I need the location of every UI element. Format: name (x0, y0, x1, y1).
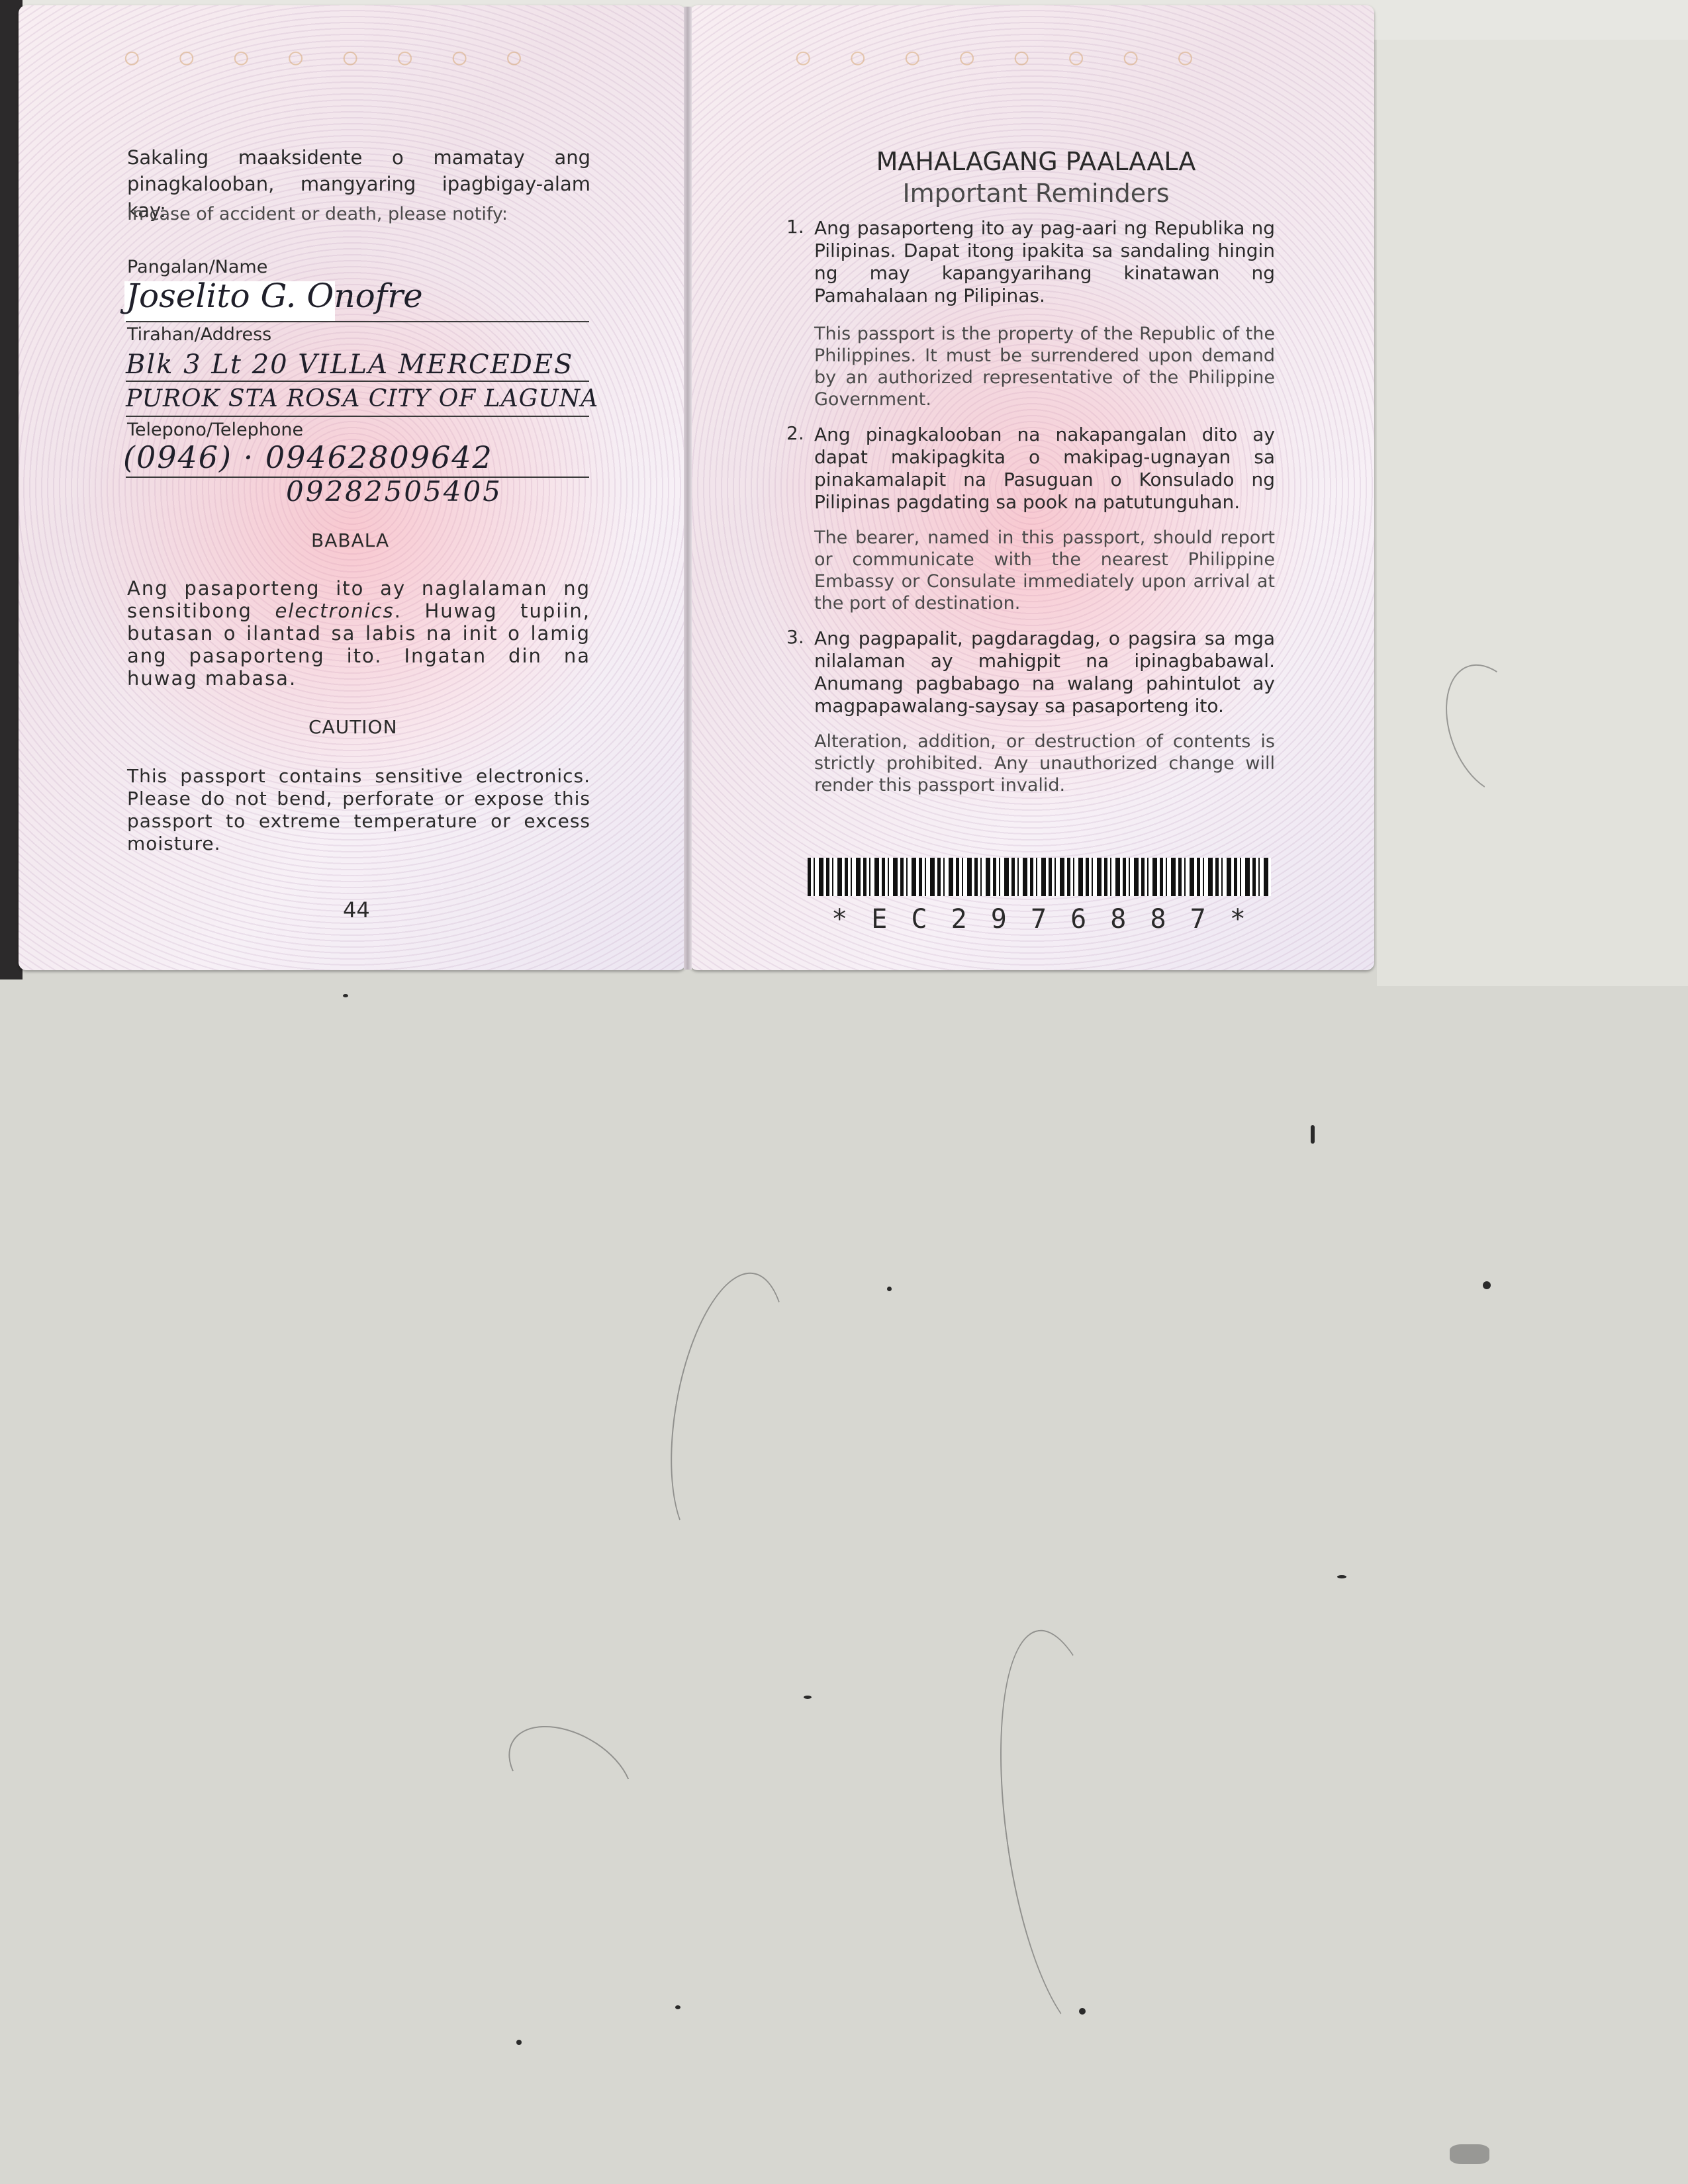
address-label: Tirahan/Address (127, 324, 272, 345)
scanner-speck (1311, 1125, 1315, 1144)
reminder-3-english: Alteration, addition, or destruction of … (814, 731, 1275, 796)
reminders-title-tagalog: MAHALAGANG PAALAALA (876, 147, 1196, 176)
reminders-title-english: Important Reminders (902, 179, 1170, 208)
address-rule-1 (126, 381, 589, 382)
name-value-handwritten: Joselito G. Onofre (126, 277, 423, 315)
telephone-line-1-handwritten: (0946) · 09462809642 (123, 439, 493, 475)
warning-line-5: huwag mabasa. (127, 667, 297, 690)
warning-line-2-pre: sensitibong (127, 600, 252, 622)
reminder-3-tagalog: Ang pagpapalit, pagdaragdag, o pagsira s… (814, 627, 1275, 717)
telephone-label: Telepono/Telephone (127, 420, 304, 440)
scanner-speck (804, 1696, 812, 1699)
scanner-speck (675, 2005, 680, 2009)
reminder-1-number: 1. (786, 216, 804, 238)
address-rule-2 (126, 416, 589, 417)
telephone-line-2-handwritten: 09282505405 (286, 475, 502, 508)
security-seal-print: ◦◦◦◦◦◦◦◦ (789, 32, 1226, 87)
warning-line-4: ang pasaporteng ito. Ingatan din na (127, 645, 590, 667)
address-line-1-handwritten: Blk 3 Lt 20 VILLA MERCEDES (126, 349, 574, 380)
reminder-2-number: 2. (786, 422, 804, 444)
scanner-smudge (1450, 2144, 1489, 2164)
reminder-2-tagalog: Ang pinagkalooban na nakapangalan dito a… (814, 424, 1275, 513)
page-spine (684, 7, 692, 970)
scanner-speck (1337, 1575, 1346, 1578)
reminder-1-tagalog: Ang pasaporteng ito ay pag-aari ng Repub… (814, 217, 1275, 306)
scanner-fiber (491, 1706, 650, 1844)
warning-text-english: This passport contains sensitive electro… (127, 765, 590, 854)
scanner-fiber (978, 1621, 1156, 2048)
barcode-number: * E C 2 9 7 6 8 8 7 * (831, 904, 1250, 934)
warning-line-3: butasan o ilantad sa labis na init o lam… (127, 622, 590, 645)
scanner-speck (887, 1287, 892, 1291)
warning-title-tagalog: BABALA (311, 529, 390, 551)
reminder-1-english: This passport is the property of the Rep… (814, 324, 1275, 410)
security-seal-print: ◦◦◦◦◦◦◦◦ (118, 32, 555, 87)
name-label: Pangalan/Name (127, 257, 268, 277)
address-line-2-handwritten: PUROK STA ROSA CITY OF LAGUNA (126, 385, 599, 412)
notify-instruction-english: In case of accident or death, please not… (127, 204, 508, 224)
warning-line-1: Ang pasaporteng ito ay naglalaman ng (127, 577, 590, 600)
scanner-speck (1483, 1281, 1491, 1289)
warning-line-2: sensitibong electronics. Huwag tupiin, (127, 600, 590, 622)
warning-line-2-emphasis: electronics (275, 600, 395, 622)
scanner-fiber (651, 1263, 808, 1559)
page-number: 44 (343, 897, 370, 923)
warning-line-2-post: . Huwag tupiin, (394, 600, 590, 622)
warning-title-english: CAUTION (308, 716, 398, 738)
reminder-2-english: The bearer, named in this passport, shou… (814, 527, 1275, 614)
name-rule (126, 321, 589, 322)
scanner-speck (343, 994, 348, 997)
scanner-side-margin (1377, 40, 1688, 986)
warning-text-tagalog: Ang pasaporteng ito ay naglalaman ng sen… (127, 577, 590, 690)
scanner-speck (516, 2040, 522, 2045)
passport-barcode (808, 858, 1271, 896)
reminder-3-number: 3. (786, 626, 804, 648)
